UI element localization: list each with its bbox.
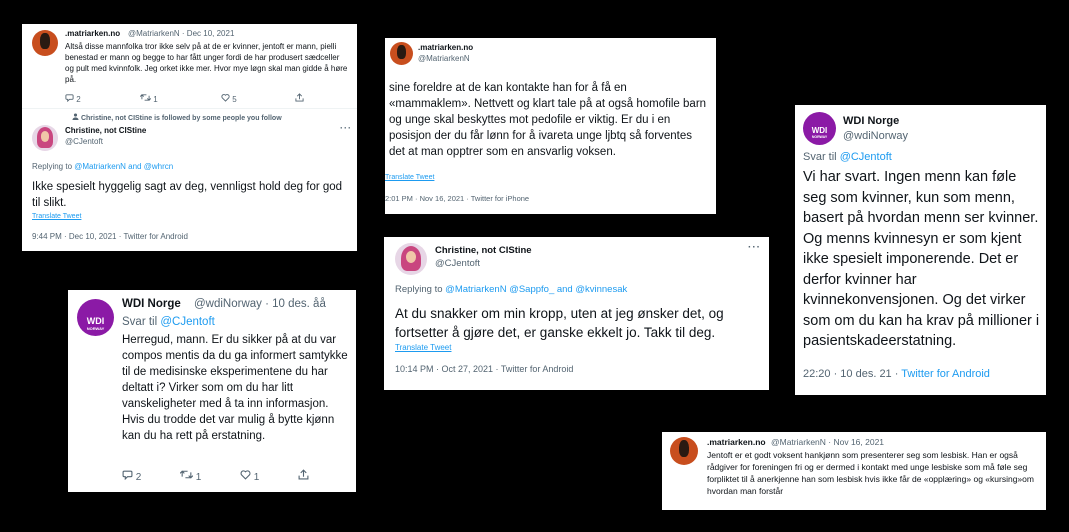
tweet-text: Vi har svart. Ingen menn kan føle seg so…: [803, 169, 1040, 349]
follow-note-text: Christine, not CIStine is followed by so…: [80, 115, 282, 122]
avatar[interactable]: [32, 125, 58, 151]
divider: [22, 108, 357, 109]
tweet-card-christine-oct27: Christine, not CIStine @CJentoft ··· Rep…: [384, 237, 769, 390]
tweet-meta: 22:20 · 10 des. 21 · Twitter for Android: [803, 368, 990, 380]
avatar[interactable]: WDI NORWAY: [803, 112, 836, 145]
author-handle[interactable]: @MatriarkenN: [418, 54, 470, 63]
reply-to-link[interactable]: @CJentoft: [160, 316, 215, 328]
wdi-logo-sub: NORWAY: [86, 326, 105, 331]
retweet-action[interactable]: 1: [179, 469, 202, 483]
person-icon: [72, 113, 79, 120]
share-action[interactable]: [298, 469, 309, 483]
tweet-text: At du snakker om min kropp, uten at jeg …: [395, 306, 724, 340]
tweet-card-matriarken-nov16: .matriarken.no @MatriarkenN sine foreldr…: [385, 38, 716, 214]
avatar[interactable]: [390, 42, 413, 65]
more-icon[interactable]: ···: [748, 242, 761, 253]
share-icon: [295, 93, 304, 102]
wdi-logo-sub: NORWAY: [811, 135, 828, 139]
reply-icon: [122, 470, 133, 481]
reply-action[interactable]: 2: [122, 469, 141, 483]
tweet-text: Altså disse mannfolka tror ikke selv på …: [65, 42, 348, 84]
reply-to: Svar til @CJentoft: [122, 316, 215, 328]
author-name[interactable]: .matriarken.no: [707, 437, 766, 447]
like-count: 5: [232, 95, 237, 104]
retweet-icon: [179, 470, 194, 479]
translate-link[interactable]: Translate Tweet: [395, 343, 451, 352]
author-name[interactable]: Christine, not CIStine: [435, 245, 532, 256]
replying-to: Replying to @MatriarkenN and @whrcn: [32, 162, 174, 171]
retweet-count: 1: [153, 95, 158, 104]
author-handle[interactable]: @CJentoft: [65, 137, 103, 146]
tweet-card-wdi-svar: WDI NORWAY WDI Norge @wdiNorway Svar til…: [795, 105, 1046, 395]
reply-to: Svar til @CJentoft: [803, 151, 892, 163]
author-name[interactable]: Christine, not CIStine: [65, 126, 146, 135]
avatar[interactable]: [670, 437, 698, 465]
reply-count: 2: [76, 95, 81, 104]
tweet-card-matriarken-dec10: .matriarken.no @MatriarkenN · Dec 10, 20…: [22, 24, 357, 251]
replying-to: Replying to @MatriarkenN @Sappfo_ and @k…: [395, 284, 628, 295]
translate-link[interactable]: Translate Tweet: [385, 174, 434, 181]
tweet-text: Jentoft er et godt voksent hankjønn som …: [707, 450, 1034, 496]
avatar[interactable]: [395, 243, 427, 275]
author-handle-date[interactable]: @wdiNorway · 10 des. åå: [194, 298, 326, 310]
more-icon[interactable]: ···: [340, 123, 352, 133]
like-icon: [221, 94, 230, 102]
wdi-logo-text: WDI: [86, 316, 105, 326]
reply-count: 2: [135, 472, 142, 483]
tweet-text: Herregud, mann. Er du sikker på at du va…: [122, 334, 348, 442]
tweet-meta[interactable]: 10:14 PM · Oct 27, 2021 · Twitter for An…: [395, 364, 573, 374]
replying-to-link[interactable]: @MatriarkenN @Sappfo_ and @kvinnesak: [445, 284, 627, 295]
translate-link[interactable]: Translate Tweet: [32, 213, 81, 220]
like-action[interactable]: 1: [240, 469, 259, 483]
retweet-count: 1: [195, 472, 202, 483]
client-link[interactable]: Twitter for Android: [901, 368, 990, 380]
tweet-text: Ikke spesielt hyggelig sagt av deg, venn…: [32, 181, 343, 209]
retweet-action[interactable]: 1: [139, 93, 158, 104]
author-handle[interactable]: @wdiNorway: [843, 130, 908, 142]
author-handle[interactable]: @CJentoft: [435, 258, 480, 269]
retweet-icon: [139, 94, 152, 101]
wdi-logo-text: WDI: [811, 126, 828, 135]
share-icon: [298, 469, 309, 480]
tweet-card-wdi-herregud: WDI NORWAY WDI Norge @wdiNorway · 10 des…: [68, 290, 356, 492]
reply-to-link[interactable]: @CJentoft: [840, 151, 892, 163]
reply-action[interactable]: 2: [65, 93, 81, 104]
tweet-card-matriarken-jentoft: .matriarken.no @MatriarkenN · Nov 16, 20…: [662, 432, 1046, 510]
like-icon: [240, 470, 251, 480]
avatar[interactable]: WDI NORWAY: [77, 299, 114, 336]
like-count: 1: [253, 472, 260, 483]
avatar[interactable]: [32, 30, 58, 56]
share-action[interactable]: [295, 93, 304, 104]
replying-to-link[interactable]: @MatriarkenN and @whrcn: [74, 162, 173, 171]
author-handle-date[interactable]: @MatriarkenN · Dec 10, 2021: [128, 29, 234, 38]
reply-icon: [65, 94, 74, 103]
tweet-text: sine foreldre at de kan kontakte han for…: [389, 82, 707, 158]
tweet-meta[interactable]: 2:01 PM · Nov 16, 2021 · Twitter for iPh…: [385, 194, 529, 203]
author-name[interactable]: .matriarken.no: [65, 29, 120, 38]
follow-note: Christine, not CIStine is followed by so…: [72, 113, 282, 122]
tweet-meta[interactable]: 9:44 PM · Dec 10, 2021 · Twitter for And…: [32, 232, 188, 241]
author-name[interactable]: WDI Norge: [122, 298, 181, 310]
author-handle-date[interactable]: @MatriarkenN · Nov 16, 2021: [771, 437, 884, 447]
author-name[interactable]: WDI Norge: [843, 115, 899, 127]
like-action[interactable]: 5: [221, 93, 237, 104]
author-name[interactable]: .matriarken.no: [418, 43, 473, 52]
